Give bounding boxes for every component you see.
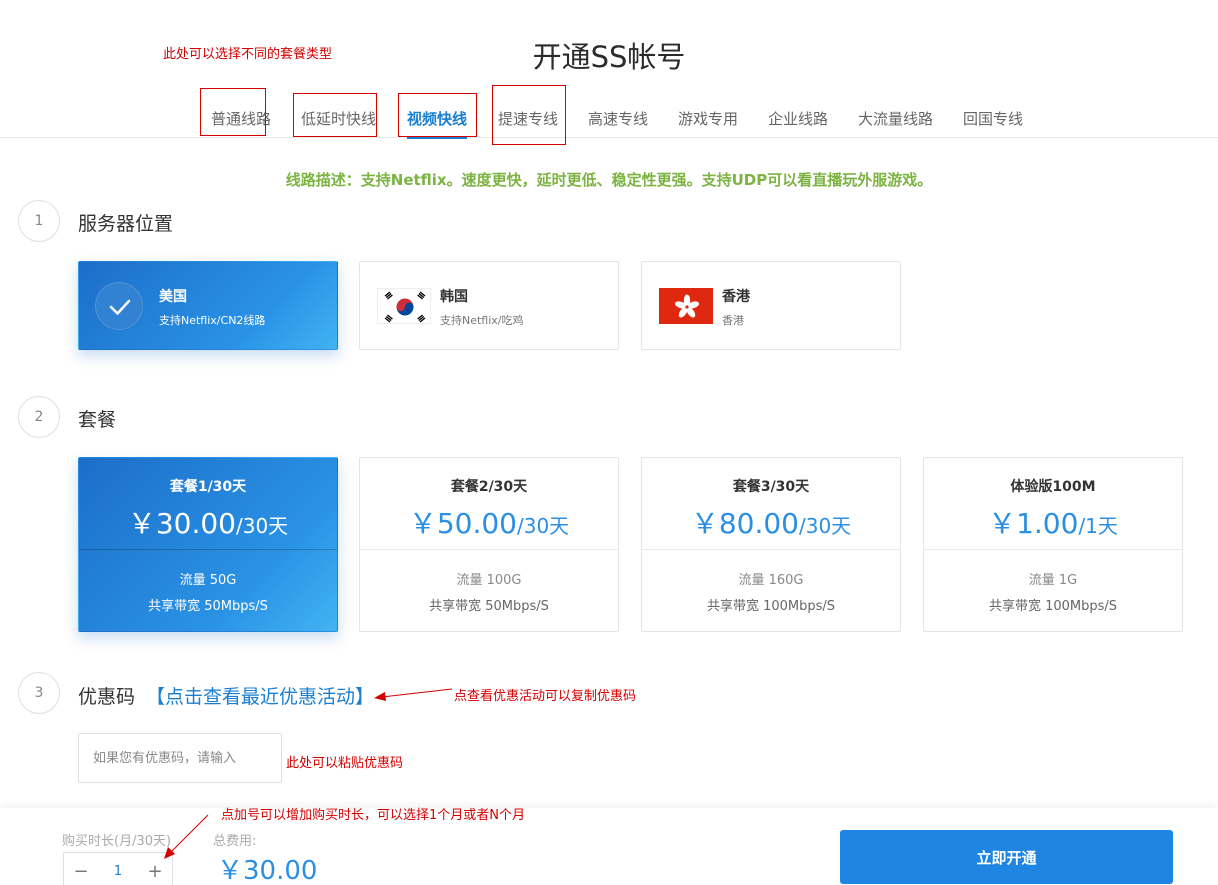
plan-price-amount: ￥50.00 bbox=[408, 507, 517, 540]
plan-traffic: 流量 160G bbox=[738, 573, 804, 588]
step-number: 1 bbox=[18, 200, 60, 242]
tab-high-traffic[interactable]: 大流量线路 bbox=[858, 108, 933, 129]
plan-price: ￥80.00/30天 bbox=[642, 502, 900, 542]
plan-bandwidth: 共享带宽 50Mbps/S bbox=[429, 599, 549, 614]
plan-price-period: /1天 bbox=[1078, 514, 1118, 538]
tab-enterprise[interactable]: 企业线路 bbox=[768, 108, 828, 129]
step-number: 2 bbox=[18, 396, 60, 438]
duration-quantity[interactable]: 1 bbox=[98, 853, 138, 885]
location-card-kr[interactable]: 韩国 支持Netflix/吃鸡 bbox=[359, 261, 619, 350]
tab-normal[interactable]: 普通线路 bbox=[211, 108, 271, 129]
step-number: 3 bbox=[18, 672, 60, 714]
plan-name: 套餐2/30天 bbox=[450, 479, 528, 495]
activate-button[interactable]: 立即开通 bbox=[840, 830, 1173, 884]
plan-card-1[interactable]: 套餐1/30天 ￥30.00/30天 流量 50G 共享带宽 50Mbps/S bbox=[78, 457, 338, 632]
tab-high-speed[interactable]: 高速专线 bbox=[588, 108, 648, 129]
step-title-plan: 套餐 bbox=[78, 409, 117, 431]
coupon-code-input[interactable] bbox=[78, 733, 282, 783]
decrease-button[interactable]: − bbox=[64, 853, 98, 885]
checkout-bar: 购买时长(月/30天) − 1 + 总费用: ￥30.00 立即开通 bbox=[0, 808, 1218, 885]
plan-price-amount: ￥1.00 bbox=[988, 507, 1079, 540]
tab-low-latency[interactable]: 低延时快线 bbox=[301, 108, 376, 129]
divider bbox=[79, 549, 337, 550]
divider bbox=[924, 549, 1182, 550]
location-desc: 支持Netflix/吃鸡 bbox=[440, 314, 524, 327]
plan-card-2[interactable]: 套餐2/30天 ￥50.00/30天 流量 100G 共享带宽 50Mbps/S bbox=[359, 457, 619, 632]
korea-flag-icon bbox=[377, 288, 431, 324]
location-card-hk[interactable]: 香港 香港 bbox=[641, 261, 901, 350]
location-name: 美国 bbox=[159, 289, 187, 305]
location-card-us[interactable]: 美国 支持Netflix/CN2线路 bbox=[78, 261, 338, 350]
tab-video[interactable]: 视频快线 bbox=[407, 108, 468, 139]
divider bbox=[360, 549, 618, 550]
plan-price-period: /30天 bbox=[516, 514, 570, 538]
increase-button[interactable]: + bbox=[138, 853, 172, 885]
plan-price-period: /30天 bbox=[798, 514, 852, 538]
plan-price: ￥50.00/30天 bbox=[360, 502, 618, 542]
annotation-duration: 点加号可以增加购买时长，可以选择1个月或者N个月 bbox=[221, 808, 525, 823]
plan-name: 体验版100M bbox=[1010, 479, 1096, 495]
tab-china-return[interactable]: 回国专线 bbox=[963, 108, 1023, 129]
annotation-paste: 此处可以粘贴优惠码 bbox=[286, 756, 404, 771]
duration-stepper: − 1 + bbox=[63, 852, 173, 885]
location-desc: 香港 bbox=[722, 314, 744, 327]
plan-traffic: 流量 50G bbox=[179, 573, 237, 588]
plan-bandwidth: 共享带宽 100Mbps/S bbox=[988, 599, 1118, 614]
duration-label: 购买时长(月/30天) bbox=[62, 834, 172, 849]
route-description: 线路描述：支持Netflix。速度更快，延时更低、稳定性更强。支持UDP可以看直… bbox=[285, 171, 933, 189]
promo-activity-link[interactable]: 【点击查看最近优惠活动】 bbox=[146, 682, 374, 709]
location-desc: 支持Netflix/CN2线路 bbox=[159, 314, 266, 327]
plan-name: 套餐3/30天 bbox=[732, 479, 810, 495]
plan-price: ￥30.00/30天 bbox=[79, 502, 337, 542]
divider bbox=[642, 549, 900, 550]
plan-price-amount: ￥30.00 bbox=[127, 507, 236, 540]
tab-gaming[interactable]: 游戏专用 bbox=[678, 108, 738, 129]
location-name: 韩国 bbox=[440, 289, 468, 305]
annotation-tab-types: 此处可以选择不同的套餐类型 bbox=[163, 47, 333, 62]
check-icon bbox=[95, 282, 143, 330]
annotation-promo: 点查看优惠活动可以复制优惠码 bbox=[454, 689, 637, 704]
plan-price: ￥1.00/1天 bbox=[924, 502, 1182, 542]
total-price: ￥30.00 bbox=[217, 856, 318, 885]
plan-name: 套餐1/30天 bbox=[169, 479, 247, 495]
plan-bandwidth: 共享带宽 50Mbps/S bbox=[148, 599, 268, 614]
plan-card-trial[interactable]: 体验版100M ￥1.00/1天 流量 1G 共享带宽 100Mbps/S bbox=[923, 457, 1183, 632]
plan-price-period: /30天 bbox=[235, 514, 289, 538]
step-title-coupon: 优惠码 bbox=[78, 686, 136, 708]
plan-price-amount: ￥80.00 bbox=[690, 507, 799, 540]
hongkong-flag-icon bbox=[659, 288, 713, 324]
plan-bandwidth: 共享带宽 100Mbps/S bbox=[706, 599, 836, 614]
line-type-tabs: 普通线路 低延时快线 视频快线 提速专线 高速专线 游戏专用 企业线路 大流量线… bbox=[0, 98, 1218, 139]
plan-traffic: 流量 100G bbox=[456, 573, 522, 588]
plan-traffic: 流量 1G bbox=[1028, 573, 1078, 588]
step-title-server: 服务器位置 bbox=[78, 213, 174, 235]
plan-card-3[interactable]: 套餐3/30天 ￥80.00/30天 流量 160G 共享带宽 100Mbps/… bbox=[641, 457, 901, 632]
tab-speedup[interactable]: 提速专线 bbox=[498, 108, 558, 129]
total-label: 总费用: bbox=[213, 834, 257, 849]
location-name: 香港 bbox=[722, 289, 750, 305]
